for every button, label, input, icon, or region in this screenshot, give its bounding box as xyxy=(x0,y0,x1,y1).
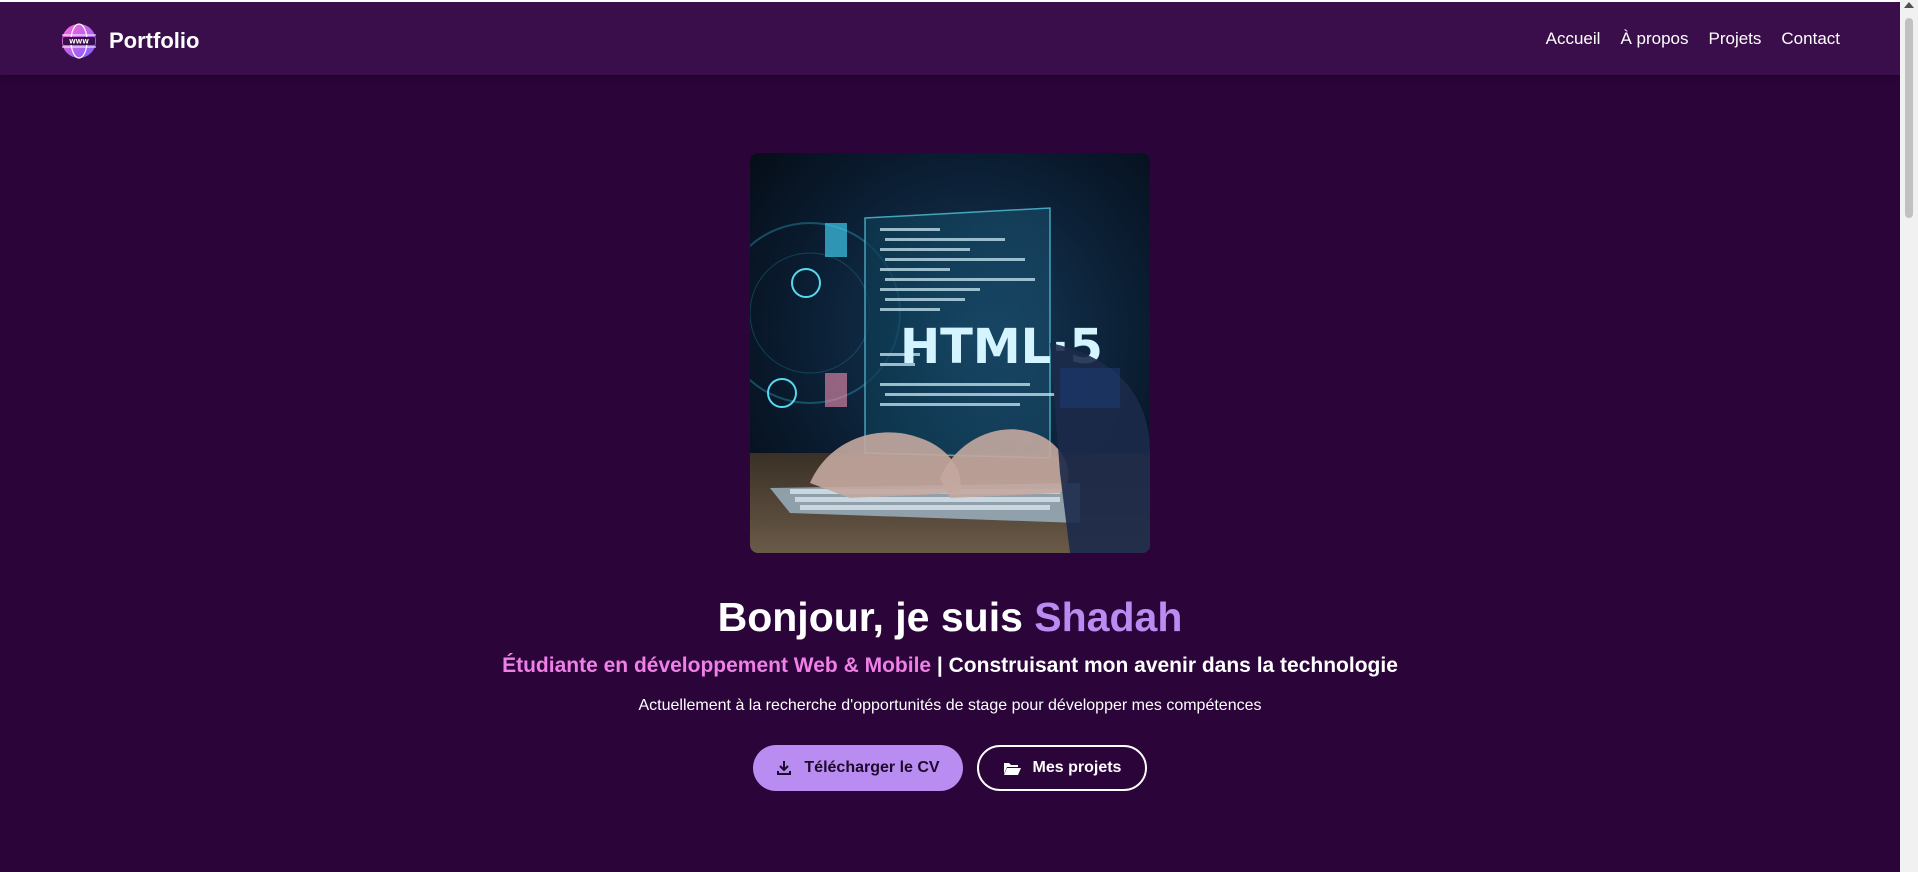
brand-title[interactable]: Portfolio xyxy=(109,26,199,56)
hero-subtitle-role: Étudiante en développement Web & Mobile xyxy=(502,654,932,677)
page-scrollbar[interactable] xyxy=(1900,0,1918,872)
hero-description: Actuellement à la recherche d'opportunit… xyxy=(638,697,1262,714)
nav-item-a-propos[interactable]: À propos xyxy=(1620,28,1688,50)
scrollbar-thumb[interactable] xyxy=(1905,18,1913,218)
hero-subtitle: Étudiante en développement Web & Mobile … xyxy=(0,652,1900,680)
main-nav: Accueil À propos Projets Contact xyxy=(1546,28,1840,50)
nav-item-projets[interactable]: Projets xyxy=(1708,28,1761,50)
download-cv-button[interactable]: Télécharger le CV xyxy=(753,745,963,791)
page: WWW Portfolio Accueil À propos Projets C… xyxy=(0,2,1900,872)
navbar: WWW Portfolio Accueil À propos Projets C… xyxy=(0,2,1900,75)
svg-text:WWW: WWW xyxy=(69,39,89,46)
hero-subtitle-tagline: Construisant mon avenir dans la technolo… xyxy=(948,654,1398,677)
nav-item-contact[interactable]: Contact xyxy=(1781,28,1840,50)
hero-subtitle-separator: | xyxy=(931,654,949,677)
scroll-up-icon[interactable] xyxy=(1904,2,1914,8)
my-projects-label: Mes projets xyxy=(1032,759,1122,776)
hero-title-prefix: Bonjour, je suis xyxy=(717,594,1035,640)
download-cv-label: Télécharger le CV xyxy=(804,759,940,776)
folder-open-icon xyxy=(1003,763,1021,775)
hero-title-name: Shadah xyxy=(1034,594,1183,640)
download-icon xyxy=(777,761,792,775)
nav-item-accueil[interactable]: Accueil xyxy=(1546,28,1601,50)
my-projects-button[interactable]: Mes projets xyxy=(977,745,1147,791)
hero-illustration: HTML·5 xyxy=(750,153,1150,553)
globe-www-icon[interactable]: WWW xyxy=(60,22,98,60)
hero-title: Bonjour, je suis Shadah xyxy=(0,592,1900,642)
hero-image: HTML·5 xyxy=(750,153,1150,553)
